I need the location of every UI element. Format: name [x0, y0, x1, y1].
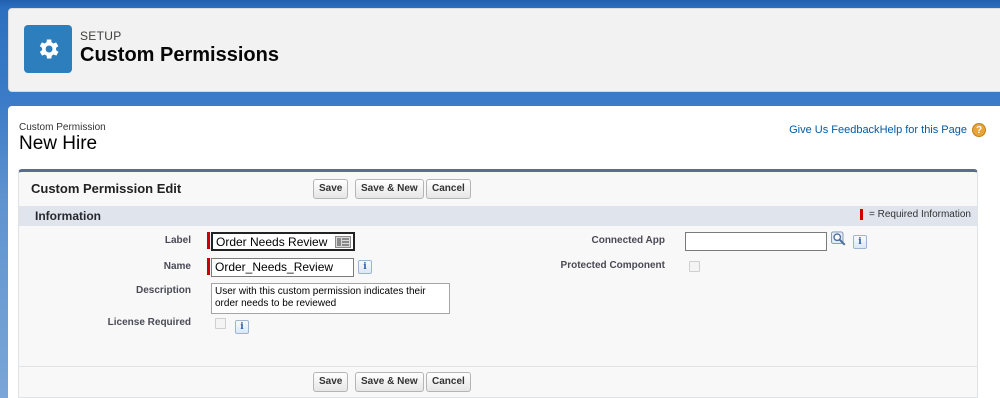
help-icon[interactable]: ?: [972, 123, 986, 137]
required-marker: [207, 232, 210, 249]
required-marker: [207, 258, 210, 275]
label-input[interactable]: Order Needs Review: [211, 232, 355, 251]
lookup-icon[interactable]: [831, 231, 847, 247]
name-field-label: Name: [163, 261, 191, 272]
protected-component-label: Protected Component: [560, 260, 665, 271]
license-required-label: License Required: [107, 317, 191, 328]
help-links: Give Us Feedback Help for this Page ?: [789, 123, 986, 137]
block-title: Custom Permission Edit: [31, 181, 182, 196]
cancel-button[interactable]: Cancel: [426, 179, 471, 199]
divider: [19, 366, 977, 367]
name-input[interactable]: Order_Needs_Review: [211, 258, 354, 277]
protected-component-checkbox[interactable]: [689, 261, 700, 272]
required-marker: [859, 209, 863, 220]
help-link[interactable]: Help for this Page: [880, 124, 967, 136]
save-button-bottom[interactable]: Save: [313, 372, 349, 392]
info-icon[interactable]: i: [358, 260, 372, 274]
page-content: Custom Permission New Hire Give Us Feedb…: [8, 106, 1000, 398]
cancel-button-bottom[interactable]: Cancel: [426, 372, 471, 392]
setup-label: SETUP: [80, 29, 122, 43]
connected-app-label: Connected App: [591, 235, 665, 246]
section-title: Information: [35, 209, 101, 223]
label-field-label: Label: [164, 235, 191, 246]
save-new-button-bottom[interactable]: Save & New: [355, 372, 424, 392]
required-legend-text: = Required Information: [868, 209, 971, 220]
autofill-icon[interactable]: [335, 234, 351, 250]
gear-icon: [24, 25, 72, 73]
section-header: Information = Required Information: [19, 206, 977, 226]
save-new-button[interactable]: Save & New: [355, 179, 424, 199]
feedback-link[interactable]: Give Us Feedback: [789, 124, 879, 136]
setup-header: SETUP Custom Permissions: [8, 8, 1000, 92]
edit-block: Custom Permission Edit Save Save & New C…: [18, 169, 978, 398]
required-legend: = Required Information: [859, 209, 971, 220]
info-icon[interactable]: i: [235, 320, 249, 334]
record-name: New Hire: [19, 133, 98, 154]
save-button[interactable]: Save: [313, 179, 349, 199]
object-type-label: Custom Permission: [19, 122, 106, 133]
description-textarea[interactable]: User with this custom permission indicat…: [211, 283, 450, 314]
connected-app-input[interactable]: [685, 232, 827, 251]
info-icon[interactable]: i: [853, 235, 867, 249]
description-field-label: Description: [135, 285, 191, 296]
page-title: Custom Permissions: [80, 44, 279, 66]
license-required-checkbox[interactable]: [215, 318, 226, 329]
